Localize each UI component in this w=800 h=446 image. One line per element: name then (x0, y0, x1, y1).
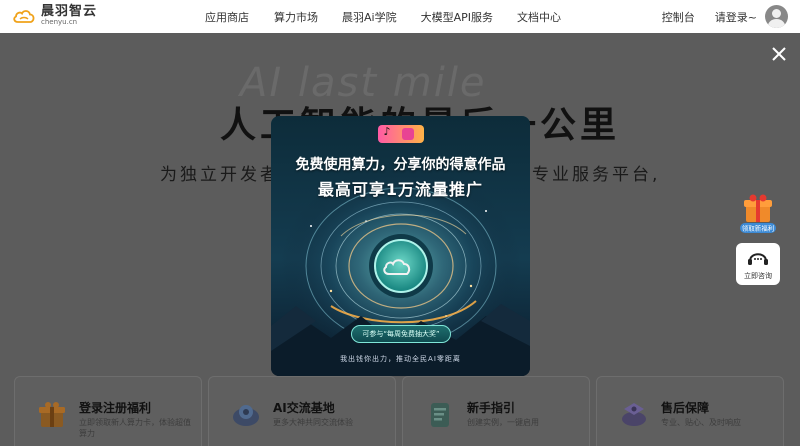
nav-ai-academy[interactable]: 晨羽Ai学院 (342, 9, 397, 25)
close-icon[interactable] (770, 45, 788, 63)
card-title: 登录注册福利 (79, 401, 152, 415)
gift-label: 领取新福利 (742, 224, 775, 233)
hero-subtitle-left: 为独立开发者 (160, 165, 280, 185)
top-nav-bar: 晨羽智云 chenyu.cn 应用商店 算力市场 晨羽Ai学院 大模型API服务… (0, 0, 800, 33)
tiktok-xiaohongshu-icon (377, 125, 424, 143)
main-nav: 应用商店 算力市场 晨羽Ai学院 大模型API服务 文档中心 (205, 0, 585, 33)
gift-box-icon: 领取新福利 (740, 194, 776, 233)
feature-cards: 登录注册福利 立即领取新人算力卡，体验超值算力 AI交流基地 更多大神共同交流体… (14, 376, 790, 446)
login-link[interactable]: 请登录~ (715, 9, 757, 25)
nav-app-store[interactable]: 应用商店 (205, 9, 249, 25)
promo-modal[interactable]: 免费使用算力，分享你的得意作品 最高可享1万流量推广 可参与“每周免费抽大奖” … (271, 116, 530, 376)
card-desc: 创建实例，一键启用 (467, 418, 539, 427)
floating-gift-widget[interactable]: 领取新福利 (738, 192, 778, 236)
guide-icon (431, 403, 449, 427)
card-desc: 立即领取新人算力卡，体验超值算力 (79, 418, 191, 438)
consult-widget[interactable]: 立即咨询 (736, 243, 780, 285)
nav-compute-market[interactable]: 算力市场 (274, 9, 318, 25)
headset-icon (748, 253, 768, 265)
nav-llm-api[interactable]: 大模型API服务 (421, 9, 493, 25)
card-beginner-guide[interactable]: 新手指引 创建实例，一键启用 (402, 376, 590, 446)
card-title: AI交流基地 (273, 401, 335, 415)
card-desc: 专业、贴心、及时响应 (661, 418, 741, 427)
platform-badges (271, 125, 530, 143)
modal-subheadline: 最高可享1万流量推广 (317, 180, 484, 199)
logo-domain: chenyu.cn (41, 18, 78, 26)
logo-name: 晨羽智云 (41, 4, 98, 19)
avatar[interactable] (765, 5, 788, 28)
nav-docs[interactable]: 文档中心 (517, 9, 561, 25)
card-register-benefits[interactable]: 登录注册福利 立即领取新人算力卡，体验超值算力 (14, 376, 202, 446)
card-ai-community[interactable]: AI交流基地 更多大神共同交流体验 (208, 376, 396, 446)
modal-headline: 免费使用算力，分享你的得意作品 (295, 157, 506, 173)
card-title: 售后保障 (661, 401, 710, 415)
community-icon (233, 405, 259, 426)
card-after-sales[interactable]: 售后保障 专业、贴心、及时响应 (596, 376, 784, 446)
consult-label: 立即咨询 (744, 272, 772, 280)
modal-footer-text: 我出钱你出力，推动全民AI零距离 (340, 355, 461, 363)
card-desc: 更多大神共同交流体验 (273, 418, 353, 427)
card-title: 新手指引 (467, 401, 516, 415)
logo[interactable]: 晨羽智云 chenyu.cn (12, 5, 97, 26)
support-icon (622, 403, 646, 426)
weekly-lottery-button[interactable]: 可参与“每周免费抽大奖” (351, 325, 451, 343)
cloud-logo-icon (13, 9, 35, 23)
console-link[interactable]: 控制台 (662, 9, 695, 25)
gift-box-icon (39, 402, 65, 427)
hero-subtitle-right: 专业服务平台, (532, 165, 661, 185)
